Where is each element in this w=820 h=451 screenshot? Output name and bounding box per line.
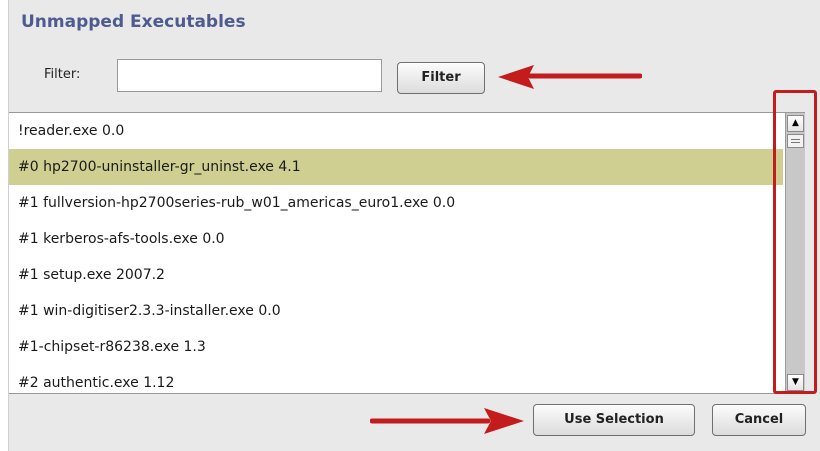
cancel-button[interactable]: Cancel — [712, 404, 806, 436]
executables-listbox[interactable]: !reader.exe 0.0 #0 hp2700-uninstaller-gr_… — [9, 112, 805, 394]
use-selection-button[interactable]: Use Selection — [533, 404, 695, 436]
executables-list: !reader.exe 0.0 #0 hp2700-uninstaller-gr_… — [9, 113, 783, 393]
list-item[interactable]: #1 fullversion-hp2700series-rub_w01_amer… — [9, 185, 783, 221]
red-arrow-icon — [498, 65, 642, 89]
list-item[interactable]: !reader.exe 0.0 — [9, 113, 783, 149]
dialog-title: Unmapped Executables — [21, 12, 246, 32]
list-item[interactable]: #2 authentic.exe 1.12 — [9, 365, 783, 393]
list-item[interactable]: #1 setup.exe 2007.2 — [9, 257, 783, 293]
red-arrow-icon — [370, 408, 524, 434]
list-item[interactable]: #1 kerberos-afs-tools.exe 0.0 — [9, 221, 783, 257]
list-item[interactable]: #0 hp2700-uninstaller-gr_uninst.exe 4.1 — [9, 149, 783, 185]
filter-input[interactable] — [117, 59, 382, 92]
list-item[interactable]: #1-chipset-r86238.exe 1.3 — [9, 329, 783, 365]
scrollbar-highlight-box — [773, 90, 817, 394]
filter-label: Filter: — [44, 67, 81, 82]
unmapped-executables-dialog: Unmapped Executables Filter: Filter !rea… — [8, 0, 820, 451]
list-item[interactable]: #1 win-digitiser2.3.3-installer.exe 0.0 — [9, 293, 783, 329]
filter-button[interactable]: Filter — [397, 62, 485, 94]
